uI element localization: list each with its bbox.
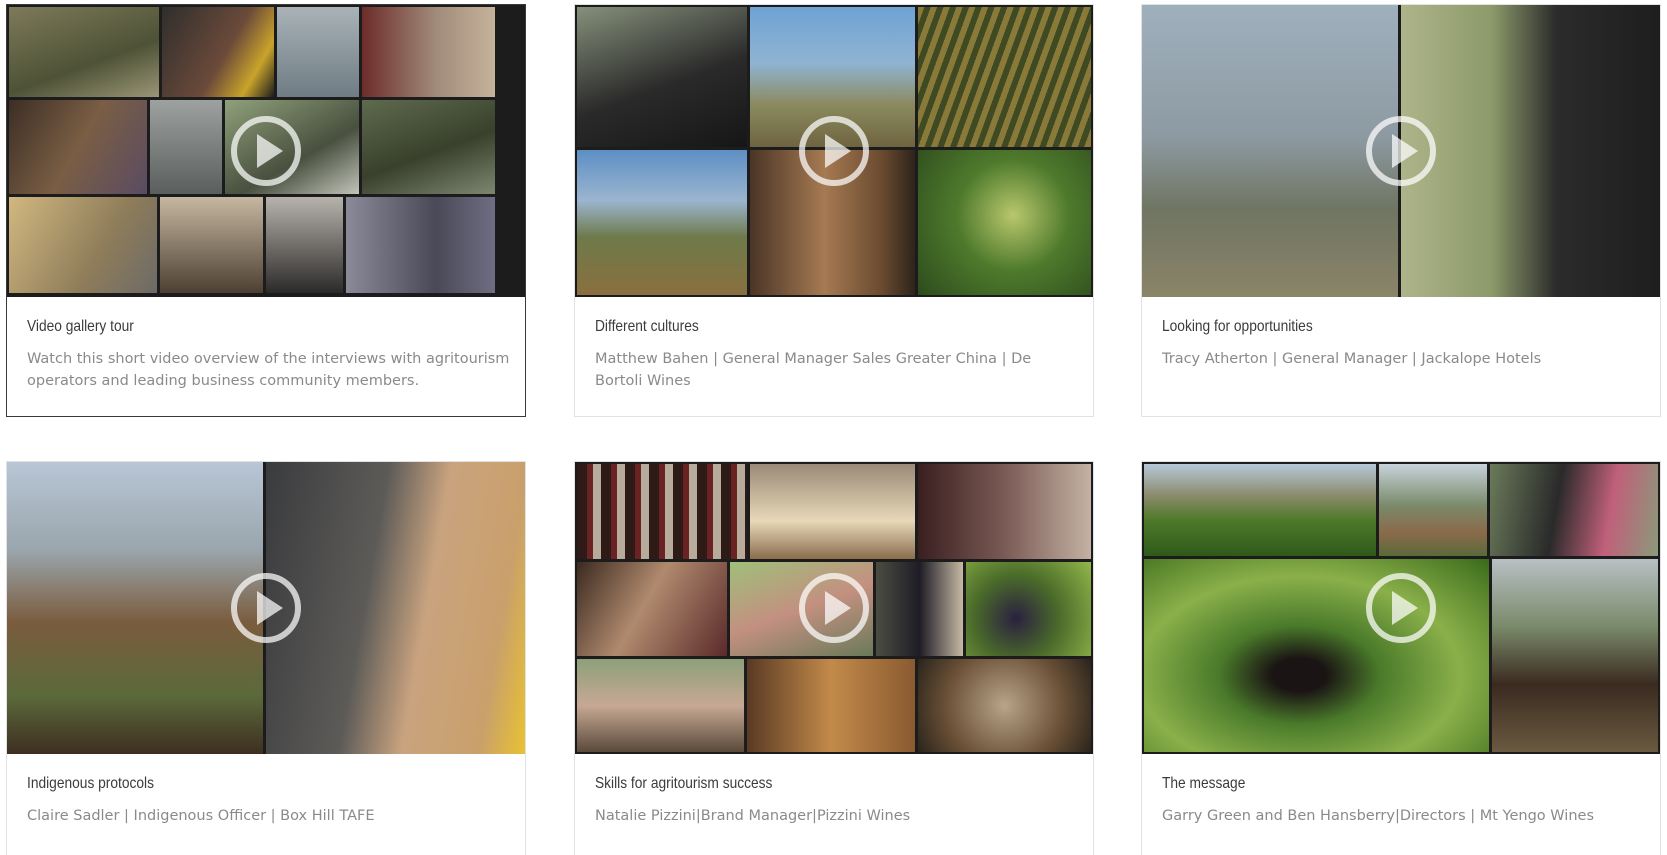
video-thumbnail[interactable] [7,462,525,754]
video-card-skills-for-agritourism-success[interactable]: Skills for agritourism success Natalie P… [574,461,1094,855]
card-description: Matthew Bahen | General Manager Sales Gr… [595,351,1032,389]
play-circle-icon[interactable] [231,116,301,186]
video-thumbnail[interactable] [1142,5,1660,297]
video-card-the-message[interactable]: The message Garry Green and Ben Hansberr… [1141,461,1661,855]
play-circle-icon[interactable] [1366,116,1436,186]
video-card-looking-for-opportunities[interactable]: Looking for opportunities Tracy Atherton… [1141,4,1661,417]
play-circle-icon[interactable] [799,573,869,643]
video-thumbnail[interactable] [1142,462,1660,754]
card-description: Natalie Pizzini|Brand Manager|Pizzini Wi… [595,808,911,824]
card-description: Garry Green and Ben Hansberry|Directors … [1162,808,1594,824]
video-thumbnail[interactable] [575,5,1093,297]
card-description: Claire Sadler | Indigenous Officer | Box… [27,808,375,824]
play-circle-icon[interactable] [799,116,869,186]
video-gallery-grid: Video gallery tour Watch this short vide… [0,0,1667,855]
card-description: Tracy Atherton | General Manager | Jacka… [1162,351,1542,367]
card-title[interactable]: Skills for agritourism success [595,775,772,793]
video-card-gallery-tour[interactable]: Video gallery tour Watch this short vide… [6,4,526,417]
video-card-different-cultures[interactable]: Different cultures Matthew Bahen | Gener… [574,4,1094,417]
video-thumbnail[interactable] [575,462,1093,754]
video-thumbnail[interactable] [7,5,525,297]
play-circle-icon[interactable] [1366,573,1436,643]
video-card-indigenous-protocols[interactable]: Indigenous protocols Claire Sadler | Ind… [6,461,526,855]
card-title[interactable]: The message [1162,775,1245,793]
card-title[interactable]: Looking for opportunities [1162,318,1313,336]
card-title[interactable]: Video gallery tour [27,318,134,336]
play-circle-icon[interactable] [231,573,301,643]
card-description: Watch this short video overview of the i… [27,351,510,389]
card-title[interactable]: Different cultures [595,318,699,336]
card-title[interactable]: Indigenous protocols [27,775,154,793]
